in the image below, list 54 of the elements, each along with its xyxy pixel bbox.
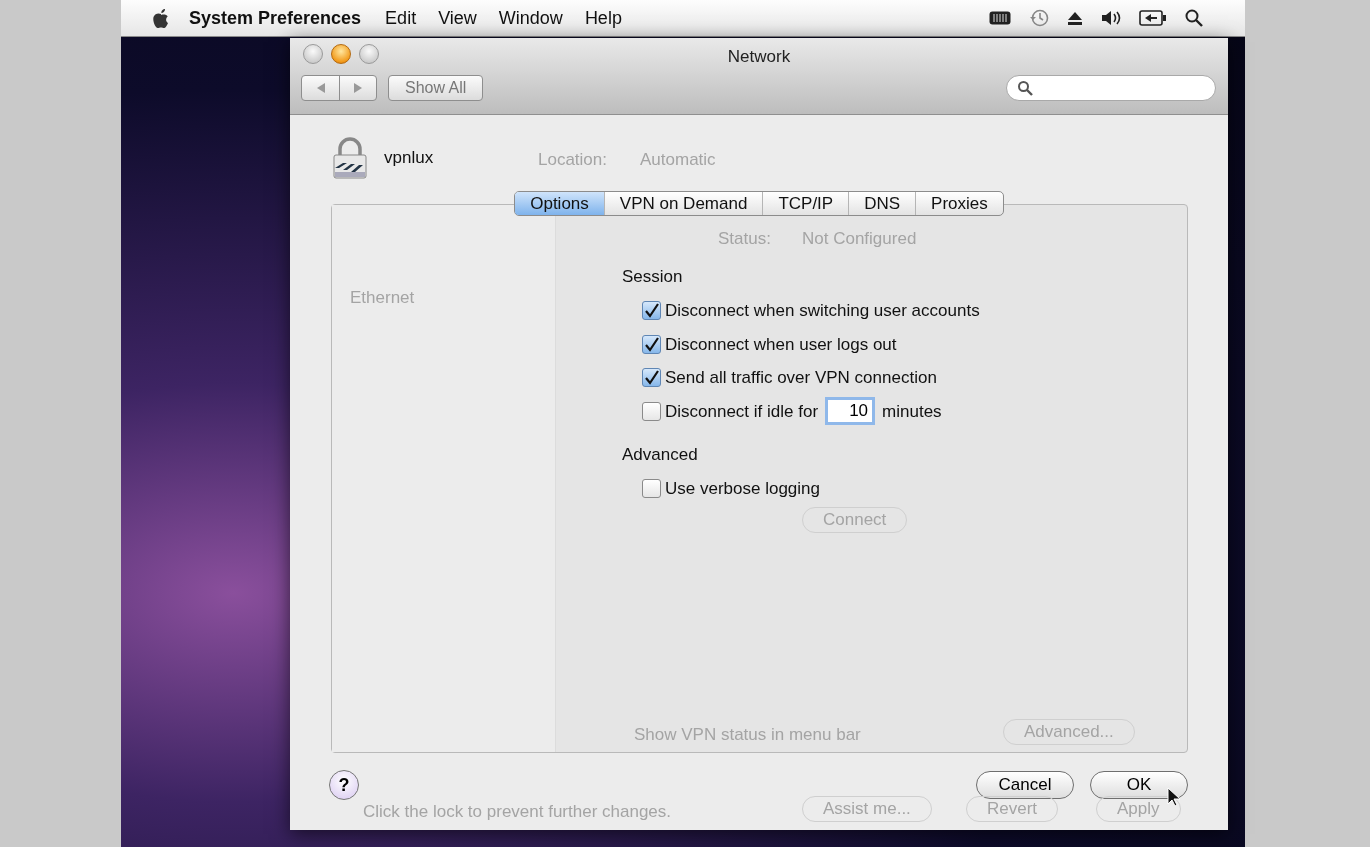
clock-icon[interactable]: [1029, 8, 1049, 28]
location-label: Location:: [538, 149, 607, 171]
location-value: Automatic: [640, 149, 716, 171]
menu-title[interactable]: System Preferences: [189, 4, 362, 32]
padlock-icon: [332, 135, 368, 180]
section-heading: Advanced: [622, 444, 699, 467]
checkbox-label: Disconnect if idle for: [665, 400, 819, 423]
eject-icon[interactable]: [1067, 10, 1083, 26]
back-forward-control[interactable]: [301, 75, 377, 101]
battery-icon[interactable]: [1139, 10, 1167, 26]
keyboard-icon[interactable]: [989, 11, 1011, 25]
checkbox[interactable]: [642, 301, 661, 321]
apple-icon[interactable]: [151, 7, 171, 29]
minimize-button[interactable]: [331, 44, 351, 64]
cancel-button[interactable]: Cancel: [976, 771, 1074, 799]
search-icon[interactable]: [1185, 9, 1203, 27]
forward-arrow-icon[interactable]: [353, 82, 363, 94]
speaker-icon[interactable]: [1101, 10, 1121, 26]
status-label: Status:: [718, 228, 771, 250]
checkbox-label: Use verbose logging: [665, 478, 820, 500]
search-field[interactable]: [1006, 75, 1216, 101]
checkbox-label: Disconnect when switching user accounts: [665, 300, 980, 322]
back-arrow-icon[interactable]: [315, 82, 326, 94]
menu-item[interactable]: Edit: [385, 4, 417, 32]
tab[interactable]: Options: [515, 192, 604, 215]
checkbox[interactable]: [642, 401, 661, 421]
window-title: Network: [727, 47, 791, 66]
unit-label: minutes: [882, 400, 942, 423]
tab[interactable]: DNS: [848, 192, 916, 215]
tab[interactable]: TCP/IP: [762, 192, 849, 215]
lock-message: Click the lock to prevent further changes.: [363, 801, 672, 823]
checkbox[interactable]: [642, 334, 661, 354]
checkbox-label: Disconnect when user logs out: [665, 333, 897, 356]
zoom-button[interactable]: [359, 44, 379, 64]
help-button[interactable]: ?: [329, 770, 359, 800]
show-status-label: Show VPN status in menu bar: [634, 724, 861, 746]
tab[interactable]: Proxies: [915, 192, 1003, 215]
close-button[interactable]: [303, 44, 323, 64]
pointer-icon: [1167, 787, 1181, 807]
checkbox[interactable]: [642, 368, 661, 388]
service-name: Ethernet: [350, 287, 415, 309]
tab[interactable]: VPN on Demand: [603, 192, 763, 215]
service-name: vpnlux: [384, 146, 434, 169]
section-heading: Session: [622, 266, 684, 289]
menu-item[interactable]: Window: [498, 4, 563, 32]
ok-button[interactable]: OK: [1090, 771, 1188, 799]
search-icon: [1017, 80, 1033, 96]
checkbox-label: Send all traffic over VPN connection: [665, 367, 937, 389]
show-all-button[interactable]: Show All: [388, 75, 484, 101]
minutes-field[interactable]: 10: [825, 397, 876, 426]
status-value: Not Configured: [802, 228, 917, 250]
menu-item[interactable]: Help: [584, 4, 622, 32]
menu-item[interactable]: View: [438, 4, 477, 32]
checkbox[interactable]: [642, 479, 661, 499]
